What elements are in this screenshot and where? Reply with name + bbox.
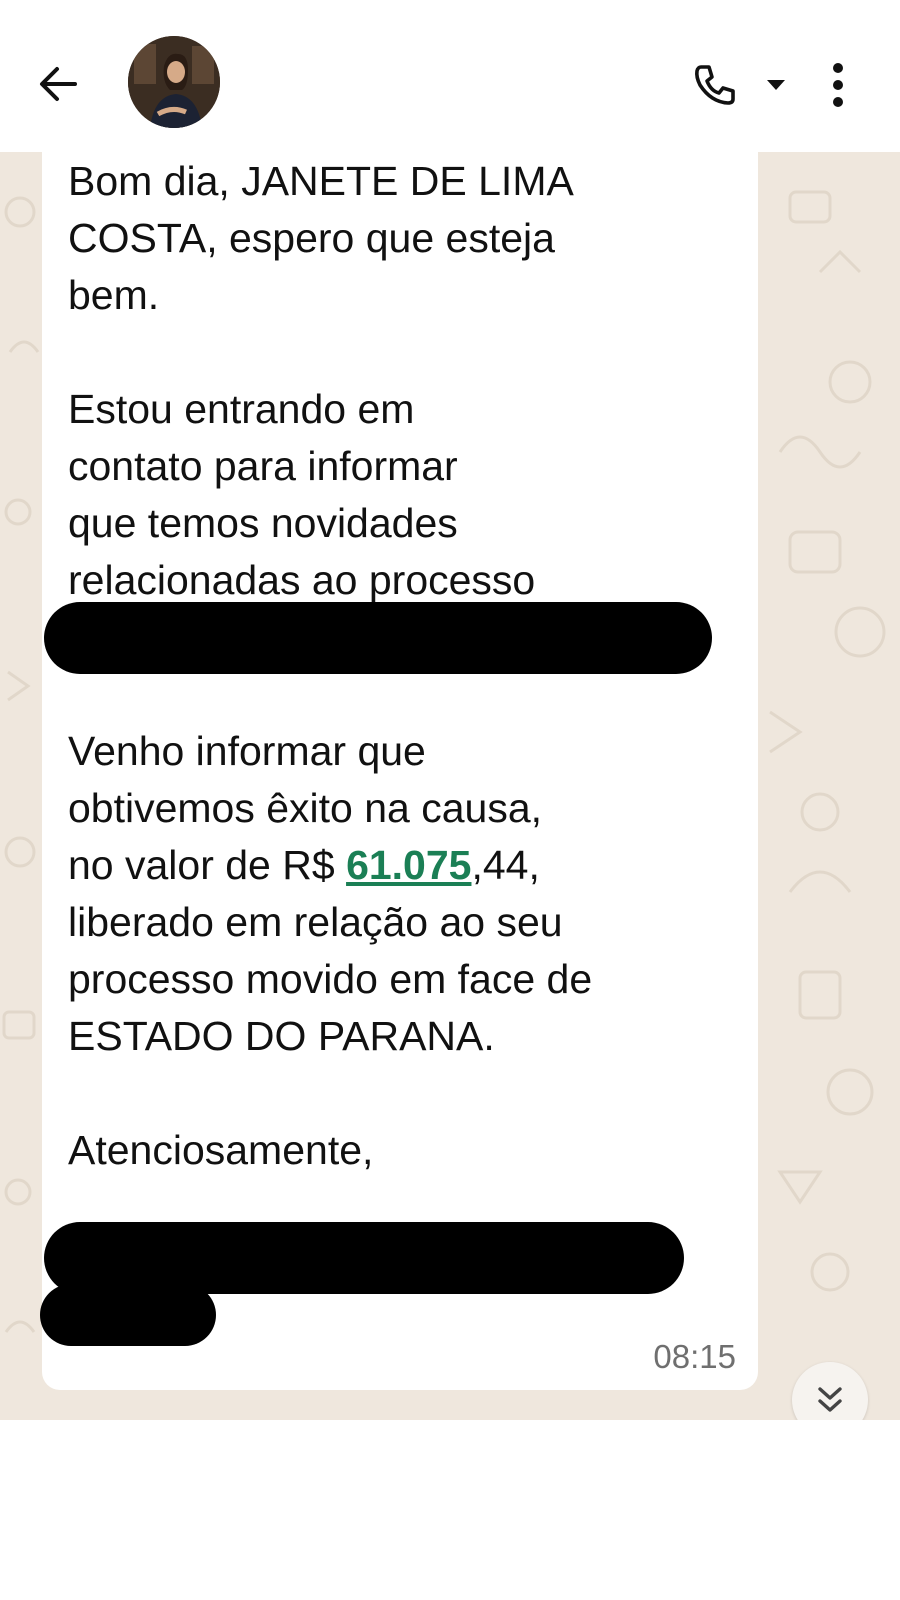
redaction-bar — [44, 602, 712, 674]
message-text: Bom dia, JANETE DE LIMA COSTA, espero qu… — [68, 152, 748, 1254]
redaction-bar — [40, 1284, 216, 1346]
message-closing: Atenciosamente, — [68, 1127, 374, 1173]
message-line-amount: no valor de R$ 61.075,44, — [68, 836, 540, 894]
message-bubble[interactable]: Bom dia, JANETE DE LIMA COSTA, espero qu… — [40, 152, 758, 1390]
message-line: relacionadas ao processo — [68, 557, 536, 603]
arrow-left-icon — [40, 67, 77, 101]
message-line: ESTADO DO PARANA. — [68, 1013, 495, 1059]
chat-screen: Bom dia, JANETE DE LIMA COSTA, espero qu… — [0, 0, 900, 1600]
caret-down-icon — [767, 80, 785, 90]
message-line: COSTA, espero que esteja — [68, 215, 555, 261]
more-options-button[interactable] — [818, 58, 858, 112]
message-line: obtivemos êxito na causa, — [68, 785, 543, 831]
call-options-dropdown[interactable] — [762, 70, 790, 98]
avatar-image — [128, 36, 220, 128]
message-timestamp: 08:15 — [653, 1338, 736, 1375]
amount-suffix: ,44, — [471, 842, 540, 888]
message-line: Estou entrando em — [68, 386, 415, 432]
amount-prefix: no valor de R$ — [68, 842, 347, 888]
message-line: contato para informar — [68, 443, 458, 489]
chat-area[interactable]: Bom dia, JANETE DE LIMA COSTA, espero qu… — [0, 152, 900, 1420]
phone-icon — [695, 65, 735, 105]
blank-bottom-area — [0, 1420, 900, 1600]
message-line: bem. — [68, 272, 160, 318]
chat-header — [0, 0, 900, 152]
back-button[interactable] — [32, 58, 84, 110]
message-line: processo movido em face de — [68, 956, 593, 1002]
amount-number-link[interactable]: 61.075 — [346, 842, 471, 888]
more-vertical-icon — [833, 63, 843, 107]
message-line: que temos novidades — [68, 500, 458, 546]
message-line: Venho informar que — [68, 728, 426, 774]
message-line: Bom dia, JANETE DE LIMA — [68, 158, 574, 204]
voice-call-button[interactable] — [688, 58, 742, 112]
contact-avatar[interactable] — [128, 36, 220, 128]
double-chevron-down-icon — [818, 1387, 842, 1412]
message-line: liberado em relação ao seu — [68, 899, 563, 945]
